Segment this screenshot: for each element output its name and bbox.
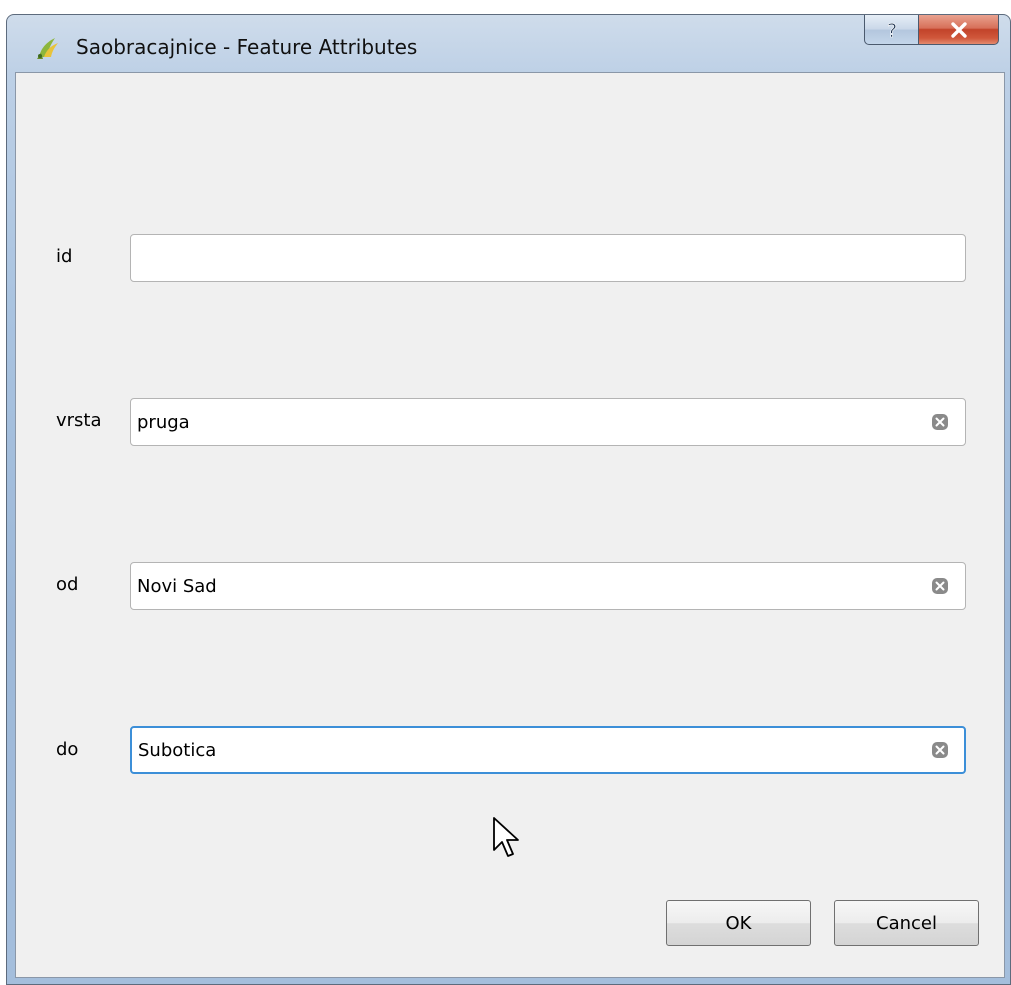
field-label-vrsta: vrsta	[56, 410, 102, 431]
help-icon: ?	[886, 19, 897, 41]
close-button[interactable]	[918, 15, 999, 45]
close-icon	[950, 21, 967, 38]
field-label-do: do	[56, 739, 79, 760]
clear-field-icon[interactable]	[931, 413, 949, 431]
id-field-container	[130, 234, 966, 282]
vrsta-field[interactable]	[137, 399, 917, 445]
title-bar[interactable]: Saobracajnice - Feature Attributes ?	[7, 15, 1010, 71]
window-title: Saobracajnice - Feature Attributes	[76, 35, 418, 59]
od-field[interactable]	[137, 563, 917, 609]
id-field[interactable]	[137, 235, 917, 281]
qgis-logo-icon	[37, 38, 58, 59]
clear-field-icon[interactable]	[931, 577, 949, 595]
svg-text:?: ?	[886, 20, 896, 41]
do-field-container	[130, 726, 966, 774]
clear-field-icon[interactable]	[931, 741, 949, 759]
caption-buttons: ?	[864, 15, 999, 45]
mouse-pointer-icon	[493, 817, 519, 857]
do-field[interactable]	[138, 728, 918, 772]
field-label-od: od	[56, 574, 79, 595]
vrsta-field-container	[130, 398, 966, 446]
cancel-button[interactable]: Cancel	[834, 900, 979, 946]
od-field-container	[130, 562, 966, 610]
field-label-id: id	[56, 246, 73, 267]
help-button[interactable]: ?	[864, 15, 918, 45]
ok-button[interactable]: OK	[666, 900, 811, 946]
